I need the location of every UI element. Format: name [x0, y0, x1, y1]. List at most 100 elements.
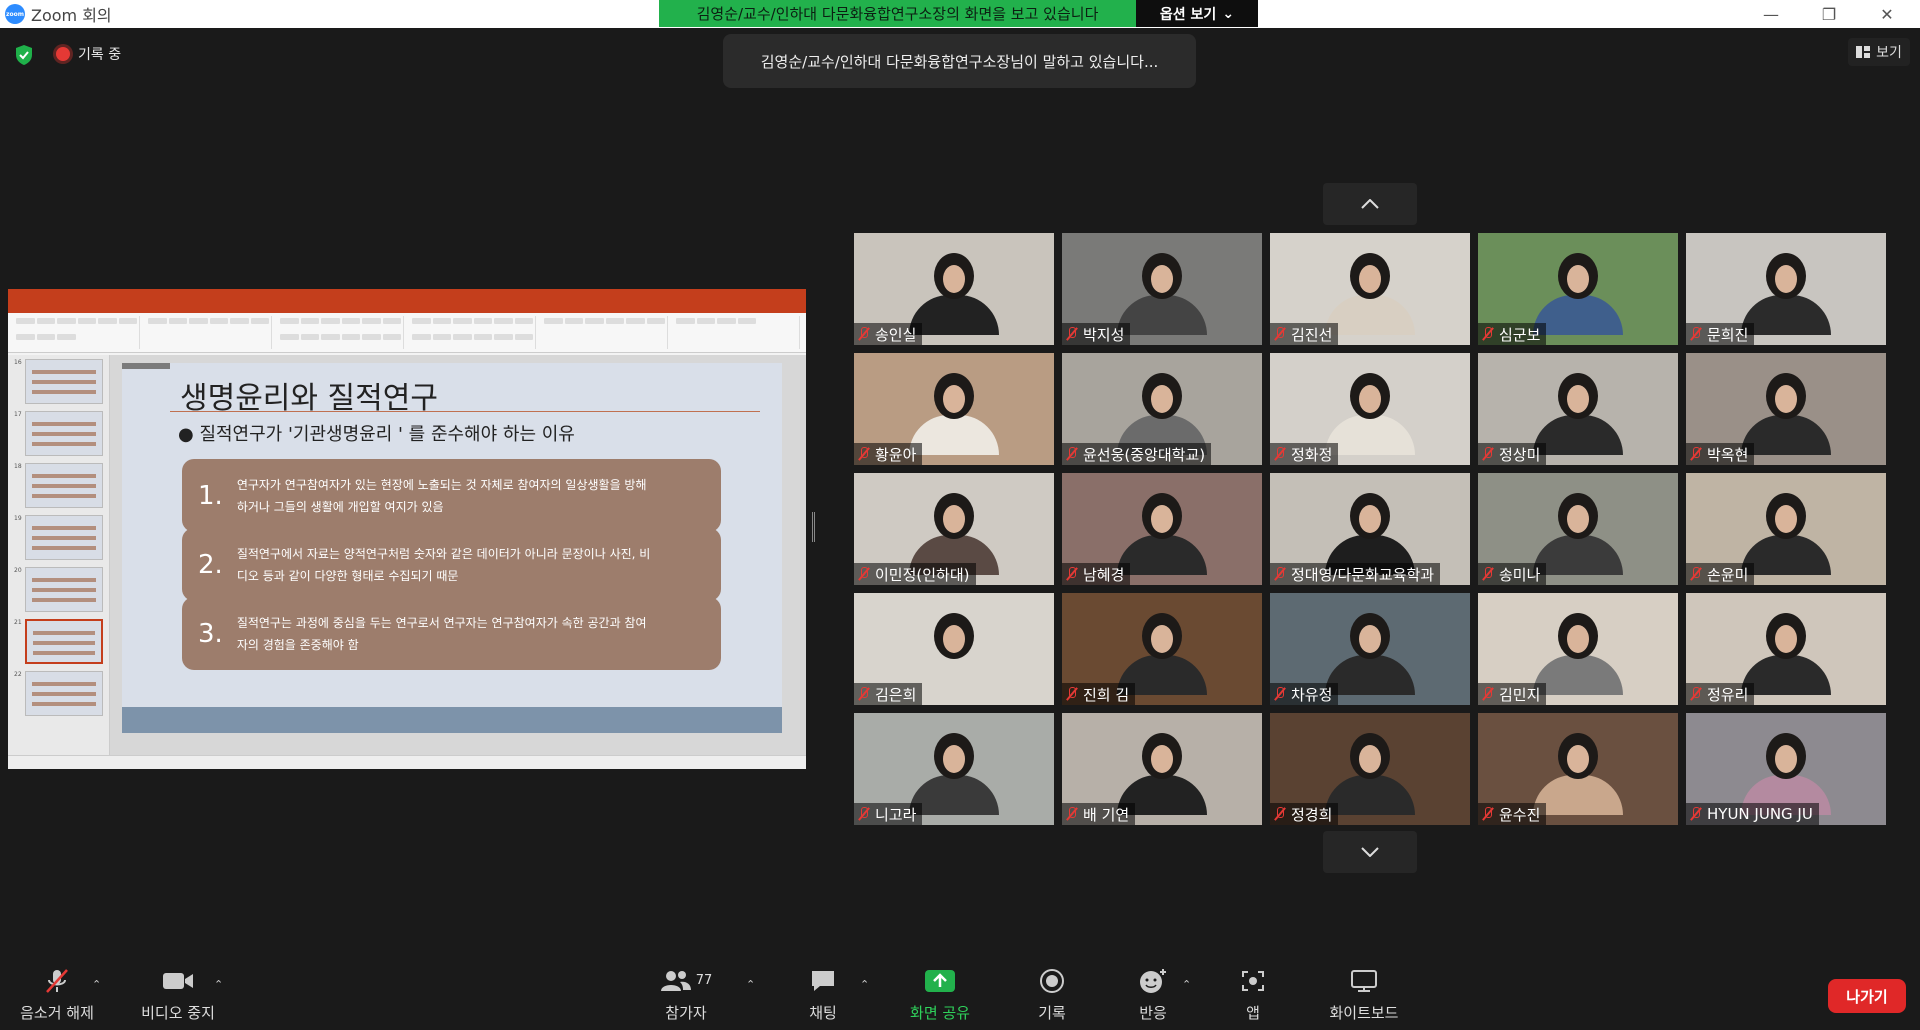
video-options-caret-icon[interactable]: ⌃: [214, 978, 223, 991]
slide-thumbnail-row[interactable]: 17: [14, 411, 103, 456]
gallery-page-down-button[interactable]: [1323, 831, 1417, 873]
slide-thumbnail-row[interactable]: 19: [14, 515, 103, 560]
participant-video-tile[interactable]: 김진선: [1270, 233, 1470, 345]
audio-options-caret-icon[interactable]: ⌃: [92, 978, 101, 991]
stop-video-button[interactable]: 비디오 중지: [134, 960, 222, 1030]
participant-name-label: 정대영/다문화교육학과: [1270, 563, 1441, 585]
slide-thumbnail-number: 18: [14, 463, 22, 470]
participant-video-tile[interactable]: 송인실: [854, 233, 1054, 345]
participant-video-tile[interactable]: 차유정: [1270, 593, 1470, 705]
participant-video-tile[interactable]: 문희진: [1686, 233, 1886, 345]
slide-thumbnail-row[interactable]: 22: [14, 671, 103, 716]
participant-video-tile[interactable]: 정대영/다문화교육학과: [1270, 473, 1470, 585]
participant-name: 박지성: [1083, 325, 1125, 344]
zoom-logo-icon: zoom: [5, 4, 25, 24]
participant-silhouette: [909, 253, 999, 335]
slide-thumbnail-number: 17: [14, 411, 22, 418]
apps-icon: [1242, 970, 1264, 991]
participant-video-tile[interactable]: 심군보: [1478, 233, 1678, 345]
slide-thumbnail-row[interactable]: 20: [14, 567, 103, 612]
participants-label: 참가자: [665, 1003, 707, 1022]
participant-video-tile[interactable]: 이민정(인하대): [854, 473, 1054, 585]
resize-handle[interactable]: [812, 512, 815, 542]
participant-name-label: 송인실: [854, 323, 923, 345]
microphone-muted-icon: [46, 968, 68, 993]
participant-video-tile[interactable]: 남혜경: [1062, 473, 1262, 585]
participant-video-tile[interactable]: 손윤미: [1686, 473, 1886, 585]
participant-video-tile[interactable]: 윤선웅(중앙대학교): [1062, 353, 1262, 465]
participants-button[interactable]: 77 참가자: [658, 960, 714, 1030]
participant-video-tile[interactable]: 배 기연: [1062, 713, 1262, 825]
minimize-button[interactable]: —: [1748, 0, 1794, 28]
participants-icon: [660, 970, 691, 991]
participant-name: 정상미: [1499, 445, 1541, 464]
reactions-emoji-icon: [1140, 968, 1166, 993]
video-camera-icon: [163, 972, 193, 989]
participant-name-label: 심군보: [1478, 323, 1547, 345]
chat-options-caret-icon[interactable]: ⌃: [860, 978, 869, 991]
participant-video-tile[interactable]: 정경희: [1270, 713, 1470, 825]
participant-silhouette: [909, 733, 999, 815]
participant-name: 진희 김: [1083, 685, 1130, 704]
participants-options-caret-icon[interactable]: ⌃: [746, 978, 755, 991]
leave-meeting-button[interactable]: 나가기: [1828, 979, 1906, 1013]
reactions-label: 반응: [1139, 1003, 1167, 1022]
whiteboard-button[interactable]: 화이트보드: [1326, 960, 1402, 1030]
participant-silhouette: [1325, 613, 1415, 695]
slide-thumbnail-row[interactable]: 16: [14, 359, 103, 404]
participant-video-tile[interactable]: 김민지: [1478, 593, 1678, 705]
participant-video-tile[interactable]: 박지성: [1062, 233, 1262, 345]
chat-button[interactable]: 채팅: [800, 960, 846, 1030]
participant-name-label: 정유리: [1686, 683, 1755, 705]
participant-silhouette: [1741, 373, 1831, 455]
participant-name-label: 진희 김: [1062, 683, 1136, 705]
participant-video-tile[interactable]: 니고라: [854, 713, 1054, 825]
unmute-button[interactable]: 음소거 해제: [14, 960, 100, 1030]
slide-thumbnail-number: 22: [14, 671, 22, 678]
participant-name: 송미나: [1499, 565, 1541, 584]
view-options-button[interactable]: 옵션 보기 ⌄: [1136, 0, 1258, 27]
participant-name-label: 문희진: [1686, 323, 1755, 345]
recording-indicator[interactable]: 기록 중: [56, 44, 121, 64]
view-button[interactable]: 보기: [1848, 38, 1910, 66]
apps-label: 앱: [1246, 1003, 1260, 1022]
participant-video-tile[interactable]: 박옥현: [1686, 353, 1886, 465]
apps-button[interactable]: 앱: [1238, 960, 1268, 1030]
point-number: 3.: [198, 618, 223, 649]
muted-mic-icon: [1690, 327, 1702, 341]
chat-bubble-icon: [812, 970, 834, 991]
participant-name-label: 김은희: [854, 683, 923, 705]
participant-video-tile[interactable]: HYUN JUNG JU: [1686, 713, 1886, 825]
shared-screen: 16 17 18 19 20 21 22 생명윤리와 질적연구 ● 질적연구가 '기관생명윤…: [8, 289, 806, 769]
participant-video-tile[interactable]: 정상미: [1478, 353, 1678, 465]
muted-mic-icon: [858, 327, 870, 341]
share-screen-button[interactable]: 화면 공유: [904, 960, 976, 1030]
record-button[interactable]: 기록: [1024, 960, 1080, 1030]
participant-name: 정유리: [1707, 685, 1749, 704]
whiteboard-label: 화이트보드: [1329, 1003, 1399, 1022]
close-window-button[interactable]: ✕: [1864, 0, 1910, 28]
security-shield-icon[interactable]: [14, 44, 34, 66]
participant-name: 정경희: [1291, 805, 1333, 824]
participant-video-tile[interactable]: 정화정: [1270, 353, 1470, 465]
muted-mic-icon: [1482, 327, 1494, 341]
slide-thumbnail-row[interactable]: 18: [14, 463, 103, 508]
gallery-page-up-button[interactable]: [1323, 183, 1417, 225]
participant-name: 박옥현: [1707, 445, 1749, 464]
participant-video-tile[interactable]: 황윤아: [854, 353, 1054, 465]
restore-button[interactable]: ❐: [1806, 0, 1852, 28]
slide-thumbnail-row[interactable]: 21: [14, 619, 103, 664]
participant-video-tile[interactable]: 송미나: [1478, 473, 1678, 585]
slide-thumbnail: [25, 567, 103, 612]
participant-video-tile[interactable]: 김은희: [854, 593, 1054, 705]
reactions-options-caret-icon[interactable]: ⌃: [1182, 978, 1191, 991]
participant-silhouette: [1533, 613, 1623, 695]
participant-name: 김진선: [1291, 325, 1333, 344]
reactions-button[interactable]: 반응: [1130, 960, 1176, 1030]
participant-name: 문희진: [1707, 325, 1749, 344]
meeting-toolbar: 음소거 해제 ⌃ 비디오 중지 ⌃ 77 참가자 ⌃ 채팅 ⌃ 화면 공유 기록…: [0, 960, 1920, 1030]
participant-video-tile[interactable]: 정유리: [1686, 593, 1886, 705]
participant-video-tile[interactable]: 윤수진: [1478, 713, 1678, 825]
muted-mic-icon: [1690, 567, 1702, 581]
participant-video-tile[interactable]: 진희 김: [1062, 593, 1262, 705]
